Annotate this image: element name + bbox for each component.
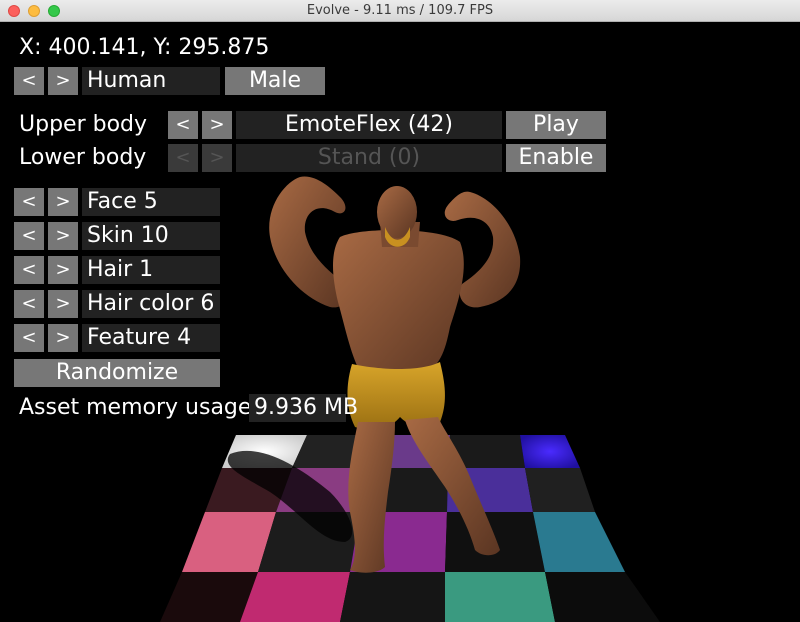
- hair-field: Hair 1: [82, 256, 220, 284]
- lower-body-next-button[interactable]: >: [202, 144, 232, 172]
- feature-field: Feature 4: [82, 324, 220, 352]
- memory-label: Asset memory usage:: [19, 395, 259, 420]
- feature-prev-button[interactable]: <: [14, 324, 44, 352]
- hair-color-next-button[interactable]: >: [48, 290, 78, 318]
- upper-body-animation-field: EmoteFlex (42): [236, 111, 502, 139]
- render-viewport[interactable]: X: 400.141, Y: 295.875 < > Human Male Up…: [0, 22, 800, 622]
- skin-next-button[interactable]: >: [48, 222, 78, 250]
- gender-toggle-button[interactable]: Male: [225, 67, 325, 95]
- lower-body-prev-button[interactable]: <: [168, 144, 198, 172]
- lower-body-animation-field: Stand (0): [236, 144, 502, 172]
- face-field: Face 5: [82, 188, 220, 216]
- hair-prev-button[interactable]: <: [14, 256, 44, 284]
- race-next-button[interactable]: >: [48, 67, 78, 95]
- upper-body-next-button[interactable]: >: [202, 111, 232, 139]
- randomize-button[interactable]: Randomize: [14, 359, 220, 387]
- skin-prev-button[interactable]: <: [14, 222, 44, 250]
- upper-body-label: Upper body: [19, 112, 148, 137]
- face-prev-button[interactable]: <: [14, 188, 44, 216]
- hair-color-field: Hair color 6: [82, 290, 220, 318]
- window-title: Evolve - 9.11 ms / 109.7 FPS: [306, 3, 494, 18]
- face-next-button[interactable]: >: [48, 188, 78, 216]
- hair-next-button[interactable]: >: [48, 256, 78, 284]
- memory-value: 9.936 MB: [249, 394, 358, 422]
- race-prev-button[interactable]: <: [14, 67, 44, 95]
- hair-color-prev-button[interactable]: <: [14, 290, 44, 318]
- cursor-coordinates: X: 400.141, Y: 295.875: [19, 35, 270, 60]
- feature-next-button[interactable]: >: [48, 324, 78, 352]
- enable-button[interactable]: Enable: [506, 144, 606, 172]
- skin-field: Skin 10: [82, 222, 220, 250]
- race-field: Human: [82, 67, 220, 95]
- upper-body-prev-button[interactable]: <: [168, 111, 198, 139]
- app-window: Evolve - 9.11 ms / 109.7 FPS X: 400.141,…: [0, 0, 800, 622]
- lower-body-label: Lower body: [19, 145, 147, 170]
- play-button[interactable]: Play: [506, 111, 606, 139]
- title-bar: Evolve - 9.11 ms / 109.7 FPS: [0, 0, 800, 22]
- checkerboard-floor: [160, 435, 660, 622]
